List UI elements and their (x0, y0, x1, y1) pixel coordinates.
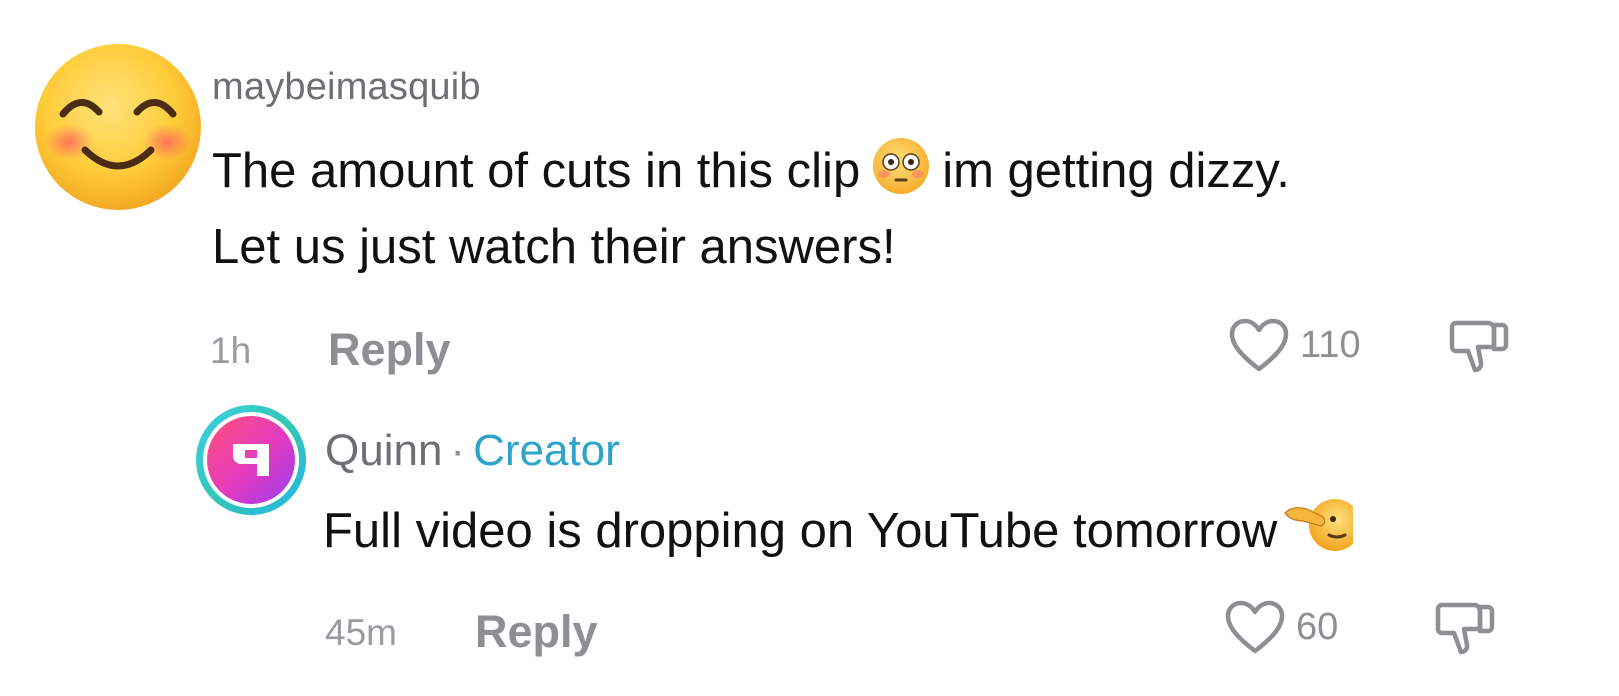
quinn-logo-icon (196, 405, 306, 515)
reply-avatar[interactable] (193, 402, 309, 518)
like-count: 110 (1300, 323, 1361, 366)
avatar[interactable] (33, 42, 203, 212)
like-button[interactable]: 110 (1228, 315, 1361, 375)
reply-button[interactable]: Reply (328, 324, 451, 376)
comment-thread: maybeimasquib The amount of cuts in this… (0, 0, 1619, 696)
comment-text-part2: im getting dizzy. (942, 144, 1290, 198)
face-pointing-left-icon (1283, 495, 1354, 553)
reply-text-body: Full video is dropping on YouTube tomorr… (323, 504, 1278, 558)
comment-text-line2: Let us just watch their answers! (212, 220, 896, 274)
creator-badge: Creator (473, 426, 620, 475)
dislike-icon[interactable] (1434, 597, 1496, 659)
heart-icon (1229, 318, 1289, 372)
comment-username[interactable]: maybeimasquib (212, 66, 481, 109)
comment-timestamp: 1h (210, 330, 252, 371)
reply-text: Full video is dropping on YouTube tomorr… (323, 495, 1354, 561)
reply-timestamp: 45m (325, 612, 397, 653)
reply-like-button[interactable]: 60 (1224, 597, 1338, 657)
reply-header: Quinn · Creator (325, 426, 620, 476)
comment-text-part1: The amount of cuts in this clip (212, 144, 861, 198)
flushed-face-icon (872, 137, 930, 195)
comment-text: The amount of cuts in this clip im getti… (212, 133, 1582, 285)
smiling-face-with-blush-icon (35, 44, 201, 210)
heart-icon (1225, 600, 1285, 654)
reply-like-count: 60 (1296, 605, 1339, 648)
separator-dot: · (450, 426, 466, 475)
dislike-icon[interactable] (1448, 315, 1510, 377)
reply-reply-button[interactable]: Reply (475, 606, 598, 658)
reply-username[interactable]: Quinn (325, 426, 442, 475)
